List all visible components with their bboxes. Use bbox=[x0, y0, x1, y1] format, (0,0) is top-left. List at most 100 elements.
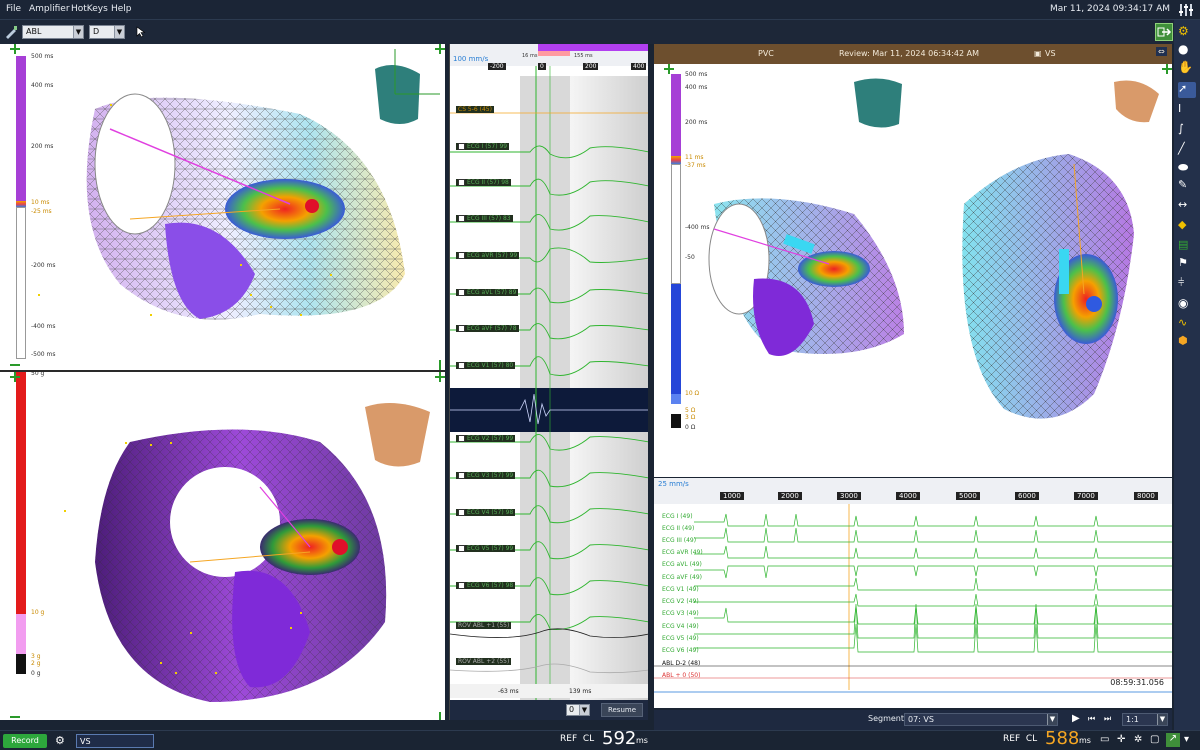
mixer-icon[interactable] bbox=[1178, 2, 1194, 18]
cardiac-mesh-map[interactable] bbox=[0, 44, 445, 370]
chevron-down-icon: ▼ bbox=[114, 26, 124, 38]
hand-icon[interactable]: ✋ bbox=[1178, 60, 1196, 76]
ecg-channel-10[interactable]: ECG V4 (57) 98 bbox=[456, 509, 516, 516]
chart-icon[interactable]: ↗ bbox=[1166, 733, 1180, 747]
ref-label-right: REF CL bbox=[1003, 734, 1038, 744]
menu-amplifier[interactable]: Amplifier bbox=[29, 4, 70, 14]
review-waveform-panel[interactable]: 25 mm/s 1000 2000 3000 4000 5000 6000 70… bbox=[654, 478, 1172, 708]
segment-bar: Segment 07: VS ▼ ▶ ⏮ ⏭ 1:1 ▼ bbox=[654, 710, 1172, 730]
eye-icon[interactable]: ◉ bbox=[1178, 296, 1196, 312]
channel-checkbox[interactable] bbox=[458, 435, 465, 442]
cycle-length-right: 588 bbox=[1045, 728, 1080, 749]
menu-bar: File Amplifier HotKeys Help Mar 11, 2024… bbox=[0, 0, 1200, 20]
review-3d-maps[interactable] bbox=[654, 64, 1172, 477]
review-header: PVC Review: Mar 11, 2024 06:34:42 AM ▣ V… bbox=[654, 44, 1172, 64]
channel-checkbox[interactable] bbox=[458, 362, 465, 369]
speed-ratio-select[interactable]: 1:1 ▼ bbox=[1122, 713, 1168, 726]
ecg-channel-2[interactable]: ECG II (57) 98 bbox=[456, 179, 511, 186]
review-map-view[interactable]: 500 ms 400 ms 200 ms 11 ms -37 ms -400 m… bbox=[654, 64, 1172, 477]
channel-checkbox[interactable] bbox=[458, 289, 465, 296]
channel-checkbox[interactable] bbox=[458, 545, 465, 552]
cursor-icon[interactable] bbox=[136, 26, 146, 38]
channel-checkbox[interactable] bbox=[458, 472, 465, 479]
gear-icon[interactable]: ⚙ bbox=[1178, 24, 1196, 40]
catheter-icon bbox=[6, 26, 17, 39]
ecg-channel-cs: CS 5-6 (45) bbox=[456, 106, 494, 113]
channel-checkbox[interactable] bbox=[458, 143, 465, 150]
annotation-input[interactable] bbox=[76, 734, 154, 748]
ecg-channel-3[interactable]: ECG III (57) 83 bbox=[456, 215, 513, 222]
chevron-down-icon: ▼ bbox=[579, 705, 589, 715]
channel-checkbox[interactable] bbox=[458, 252, 465, 259]
ellipse-icon[interactable]: ⬬ bbox=[1178, 160, 1196, 176]
catheter-tool-icon[interactable]: ⬢ bbox=[1178, 334, 1196, 350]
catheter-select[interactable]: ABL ▼ bbox=[22, 25, 84, 39]
split-icon[interactable]: ⫩ bbox=[1178, 276, 1196, 292]
text-cursor-icon[interactable]: I bbox=[1178, 102, 1196, 118]
settings-icon[interactable]: ✲ bbox=[1134, 734, 1142, 745]
step-back-icon[interactable]: ⏮ bbox=[1088, 714, 1095, 724]
menu-hotkeys[interactable]: HotKeys bbox=[71, 4, 108, 14]
channel-checkbox[interactable] bbox=[458, 509, 465, 516]
ref-label-left: REF CL bbox=[560, 734, 595, 744]
ecg-channel-9[interactable]: ECG V3 (57) 99 bbox=[456, 472, 516, 479]
export-button[interactable] bbox=[1155, 23, 1173, 41]
ecg-channel-4[interactable]: ECG aVR (57) 99 bbox=[456, 252, 520, 259]
menu-file[interactable]: File bbox=[6, 4, 21, 14]
segment-select[interactable]: 07: VS ▼ bbox=[904, 713, 1058, 726]
review-time-readout: 08:59:31.056 bbox=[1110, 678, 1164, 687]
ecg-zoom-select[interactable]: 0 ▼ bbox=[566, 704, 590, 716]
ecg-channel-6[interactable]: ECG aVF (57) 78 bbox=[456, 325, 519, 332]
review-map-name: VS bbox=[1045, 49, 1056, 58]
wave-icon[interactable]: ∿ bbox=[1178, 316, 1196, 332]
chevron-down-icon: ▼ bbox=[73, 26, 83, 38]
review-timestamp: Review: Mar 11, 2024 06:34:42 AM bbox=[839, 49, 979, 58]
measure-icon[interactable]: ↔ bbox=[1178, 198, 1196, 214]
ecg-channel-11[interactable]: ECG V5 (57) 99 bbox=[456, 545, 516, 552]
ecg-strip-panel[interactable]: 100 mm/s 16 ms 155 ms -200 0 200 400 CS … bbox=[449, 44, 648, 720]
play-icon[interactable]: ▶ bbox=[1072, 713, 1080, 724]
map-view-top[interactable]: 500 ms 400 ms 200 ms 10 ms -25 ms -200 m… bbox=[0, 44, 445, 370]
resume-button[interactable]: Resume bbox=[601, 703, 643, 717]
channel-checkbox[interactable] bbox=[458, 582, 465, 589]
channel-checkbox[interactable] bbox=[458, 325, 465, 332]
swap-arrows-icon[interactable]: ⇔ bbox=[1156, 47, 1167, 56]
review-title: PVC bbox=[758, 49, 774, 58]
mode-select[interactable]: D ▼ bbox=[89, 25, 125, 39]
right-tool-column: ⚙ ● ✋ ➚ I ∫ ╱ ⬬ ✎ ↔ ◆ ▤ ⚑ ⫩ ◉ ∿ ⬢ bbox=[1174, 20, 1200, 730]
curve-icon[interactable]: ∫ bbox=[1178, 122, 1196, 138]
layers-icon[interactable]: ▤ bbox=[1178, 238, 1196, 254]
ruler-icon[interactable]: ╱ bbox=[1178, 142, 1196, 158]
map-view-bottom[interactable]: 50 g 10 g 3 g 2 g 0 g bbox=[0, 370, 445, 720]
cardiac-surface-map[interactable] bbox=[0, 372, 445, 720]
arrow-right-icon bbox=[1157, 27, 1172, 37]
channel-checkbox[interactable] bbox=[458, 179, 465, 186]
step-forward-icon[interactable]: ⏭ bbox=[1104, 714, 1111, 724]
map-indicator-icon: ▣ bbox=[1034, 49, 1042, 58]
system-clock: Mar 11, 2024 09:34:17 AM bbox=[1050, 4, 1170, 14]
review-traces bbox=[654, 504, 1172, 693]
record-button[interactable]: Record bbox=[3, 734, 47, 748]
circle-icon[interactable]: ● bbox=[1178, 42, 1196, 58]
status-bar: Record ⚙ REF CL 592 ms REF CL 588 ms ▭ ✛… bbox=[0, 728, 1200, 750]
ecg-channel-1[interactable]: ECG I (57) 99 bbox=[456, 143, 510, 150]
ecg-channel-rov1: ROV ABL +1 (55) bbox=[456, 622, 512, 629]
dropdown-icon[interactable]: ▾ bbox=[1184, 734, 1189, 745]
settings-gear-icon[interactable]: ⚙ bbox=[55, 734, 65, 747]
tag-icon[interactable]: ◆ bbox=[1178, 218, 1196, 234]
flag-icon[interactable]: ⚑ bbox=[1178, 256, 1196, 272]
pen-icon[interactable]: ✎ bbox=[1178, 178, 1196, 194]
ecg-channel-12[interactable]: ECG V6 (57) 98 bbox=[456, 582, 516, 589]
ecg-channel-7[interactable]: ECG V1 (57) 80 bbox=[456, 362, 516, 369]
chevron-down-icon: ▼ bbox=[1157, 714, 1167, 725]
monitor-icon[interactable]: ▢ bbox=[1150, 734, 1159, 745]
chevron-down-icon: ▼ bbox=[1047, 714, 1057, 725]
cycle-length-left: 592 bbox=[602, 728, 637, 749]
comment-icon[interactable]: ▭ bbox=[1100, 734, 1109, 745]
target-icon[interactable]: ✛ bbox=[1117, 734, 1125, 745]
pointer-icon[interactable]: ➚ bbox=[1178, 82, 1196, 98]
ecg-channel-5[interactable]: ECG aVL (57) 89 bbox=[456, 289, 519, 296]
channel-checkbox[interactable] bbox=[458, 215, 465, 222]
menu-help[interactable]: Help bbox=[111, 4, 132, 14]
ecg-channel-8[interactable]: ECG V2 (57) 99 bbox=[456, 435, 516, 442]
